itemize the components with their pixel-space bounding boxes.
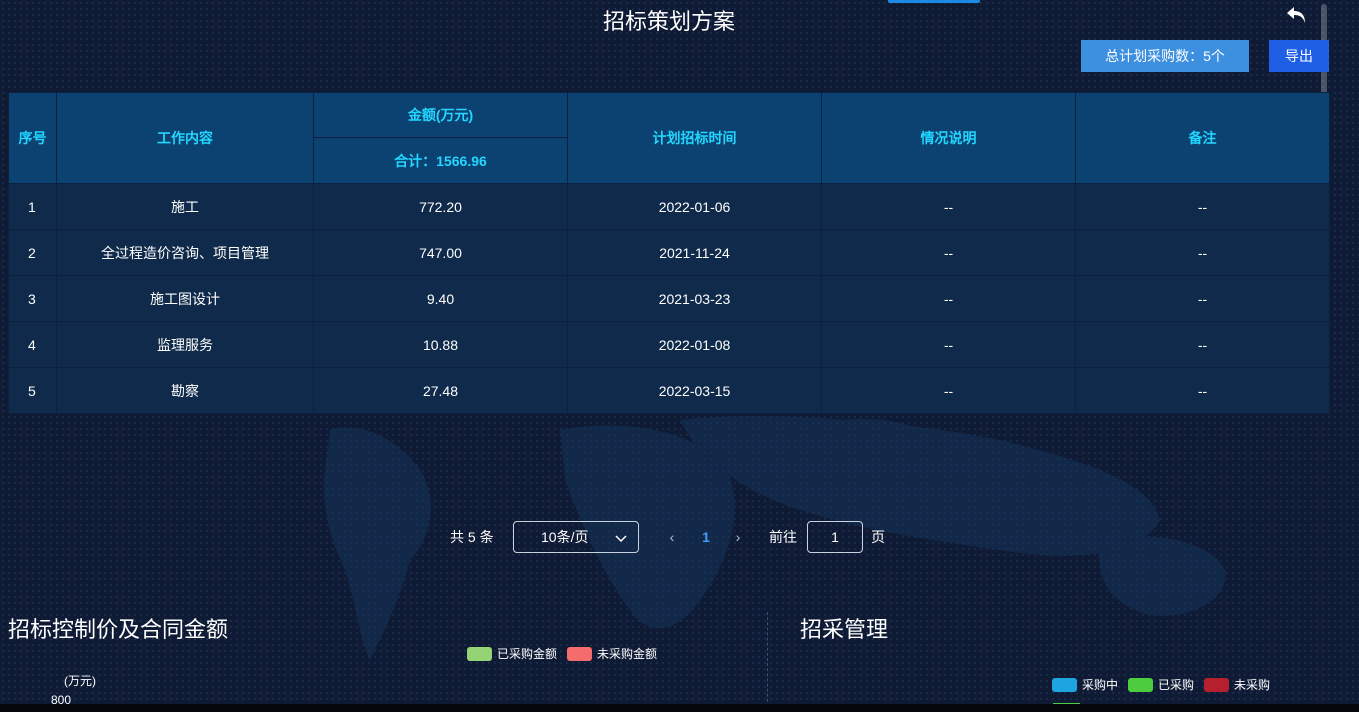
cell-index: 5 [8,367,57,414]
legend-swatch [567,646,593,661]
cell-desc: -- [821,183,1076,230]
procurement-management-title: 招采管理 [800,617,889,642]
cell-index: 1 [8,183,57,230]
legend-item-unpurchased-amount[interactable]: 未采购金额 [567,645,657,662]
legend-label: 采购中 [1082,678,1119,692]
cell-index: 2 [8,229,57,276]
total-procurement-button[interactable]: 总计划采购数：5个 [1081,40,1249,72]
header-description: 情况说明 [821,92,1076,184]
bottom-bar [0,704,1359,712]
table-row: 4 监理服务 10.88 2022-01-08 -- -- [8,321,1330,368]
next-page-button[interactable]: › [730,521,746,553]
goto-label: 前往 [769,529,797,545]
legend-label: 未采购金额 [597,647,658,661]
cell-work: 全过程造价咨询、项目管理 [56,229,314,276]
cell-desc: -- [821,229,1076,276]
cell-amount: 772.20 [313,183,568,230]
cell-work: 施工图设计 [56,275,314,322]
legend-item-purchased-amount[interactable]: 已采购金额 [467,645,557,662]
cell-amount: 9.40 [313,275,568,322]
legend-item-purchasing[interactable]: 采购中 [1052,676,1118,693]
cell-time: 2022-03-15 [567,367,822,414]
undo-arrow-icon [1287,7,1305,23]
page-size-value: 10条/页 [541,529,589,545]
chevron-down-icon [615,535,627,543]
bid-control-price-title: 招标控制价及合同金额 [8,617,229,642]
header-index: 序号 [8,92,57,184]
cell-amount: 10.88 [313,321,568,368]
pagination: 共 5 条 10条/页 ‹ 1 › 前往 页 [0,521,1359,553]
header-amount: 金额(万元) [313,92,568,138]
cell-note: -- [1075,275,1330,322]
cell-desc: -- [821,275,1076,322]
goto-page-input[interactable] [807,521,863,553]
cell-note: -- [1075,229,1330,276]
header-planned-time: 计划招标时间 [567,92,822,184]
cell-note: -- [1075,367,1330,414]
table-row: 1 施工 772.20 2022-01-06 -- -- [8,183,1330,230]
cell-time: 2022-01-08 [567,321,822,368]
cell-desc: -- [821,321,1076,368]
cell-note: -- [1075,183,1330,230]
legend-item-purchased[interactable]: 已采购 [1128,676,1194,693]
cell-time: 2021-11-24 [567,229,822,276]
legend-item-not-purchased[interactable]: 未采购 [1204,676,1270,693]
page-unit-label: 页 [871,529,885,545]
top-tab-indicator [888,0,980,3]
header-amount-total: 合计：1566.96 [313,137,568,184]
legend-swatch [1204,677,1230,692]
cell-time: 2022-01-06 [567,183,822,230]
table-row: 3 施工图设计 9.40 2021-03-23 -- -- [8,275,1330,322]
bidding-plan-table: 序号 工作内容 金额(万元) 计划招标时间 情况说明 备注 合计：1566.96… [8,92,1330,414]
back-button[interactable] [1284,2,1310,28]
y-axis-unit: (万元) [64,674,96,688]
amount-legend: 已采购金额 未采购金额 [467,645,667,662]
legend-swatch [1128,677,1154,692]
legend-label: 未采购 [1234,678,1271,692]
cell-index: 4 [8,321,57,368]
page-size-select[interactable]: 10条/页 [513,521,639,553]
page-title: 招标策划方案 [602,9,735,34]
legend-swatch [1052,677,1077,692]
cell-time: 2021-03-23 [567,275,822,322]
panel-divider [767,612,768,712]
pagination-total: 共 5 条 [450,529,494,545]
procurement-legend: 采购中 已采购 未采购 [1052,676,1280,693]
cell-index: 3 [8,275,57,322]
legend-swatch [467,646,492,661]
header-remark: 备注 [1075,92,1330,184]
cell-amount: 747.00 [313,229,568,276]
table-row: 2 全过程造价咨询、项目管理 747.00 2021-11-24 -- -- [8,229,1330,276]
prev-page-button[interactable]: ‹ [664,521,680,553]
page-number-1[interactable]: 1 [699,521,713,553]
cell-note: -- [1075,321,1330,368]
cell-amount: 27.48 [313,367,568,414]
header-work-content: 工作内容 [56,92,314,184]
cell-work: 施工 [56,183,314,230]
legend-label: 已采购金额 [497,647,558,661]
cell-work: 监理服务 [56,321,314,368]
export-button[interactable]: 导出 [1269,40,1329,72]
table-row: 5 勘察 27.48 2022-03-15 -- -- [8,367,1330,414]
cell-work: 勘察 [56,367,314,414]
cell-desc: -- [821,367,1076,414]
legend-label: 已采购 [1158,678,1195,692]
